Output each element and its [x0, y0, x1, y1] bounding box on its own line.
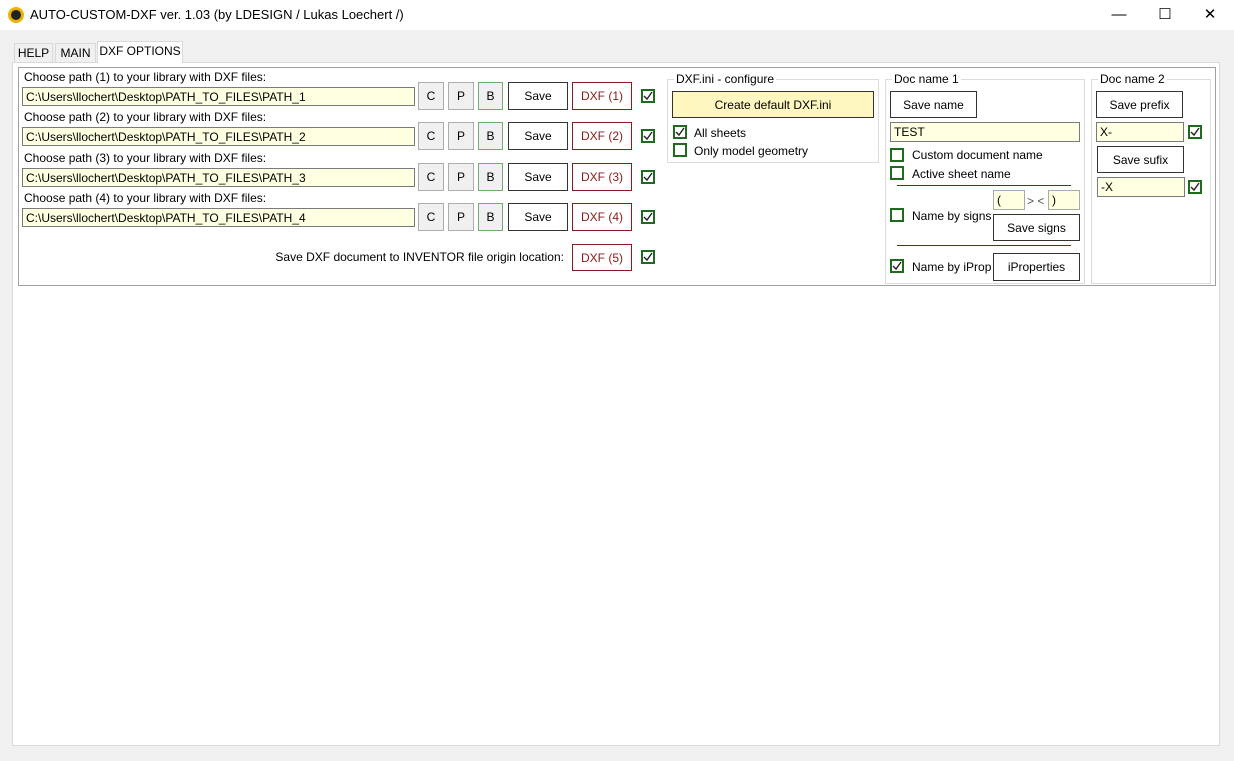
p-button-1[interactable]: P — [448, 82, 474, 110]
path-label: Choose path (2) to your library with DXF… — [24, 110, 267, 124]
save-prefix-button[interactable]: Save prefix — [1096, 91, 1183, 118]
sign-open-input[interactable]: ( — [993, 190, 1025, 210]
all-sheets-label: All sheets — [694, 126, 747, 140]
b-button-4[interactable]: B — [478, 203, 503, 231]
c-button-1[interactable]: C — [418, 82, 444, 110]
doc-name-1-legend: Doc name 1 — [892, 72, 961, 86]
path-input-1[interactable]: C:\Users\llochert\Desktop\PATH_TO_FILES\… — [22, 87, 415, 106]
dxf-5-button[interactable]: DXF (5) — [572, 244, 632, 271]
save-name-button[interactable]: Save name — [890, 91, 977, 118]
dxfini-legend: DXF.ini - configure — [674, 72, 777, 86]
check-icon — [892, 261, 902, 271]
path-checkbox-1[interactable] — [641, 89, 655, 103]
dxf-button-4[interactable]: DXF (4) — [572, 203, 632, 231]
save-path-button-1[interactable]: Save — [508, 82, 568, 110]
save-signs-button[interactable]: Save signs — [993, 214, 1080, 241]
check-icon — [643, 91, 653, 101]
iproperties-button[interactable]: iProperties — [993, 253, 1080, 281]
name-by-signs-checkbox[interactable] — [890, 208, 904, 222]
save-path-button-3[interactable]: Save — [508, 163, 568, 191]
p-button-3[interactable]: P — [448, 163, 474, 191]
path-label: Choose path (1) to your library with DXF… — [24, 70, 267, 84]
divider — [897, 185, 1071, 186]
b-button-1[interactable]: B — [478, 82, 503, 110]
tab-help[interactable]: HELP — [14, 43, 53, 63]
window-title: AUTO-CUSTOM-DXF ver. 1.03 (by LDESIGN / … — [30, 7, 404, 22]
name-by-iprop-label: Name by iProp — [912, 260, 992, 274]
dxf-button-3[interactable]: DXF (3) — [572, 163, 632, 191]
dxf-button-1[interactable]: DXF (1) — [572, 82, 632, 110]
path-checkbox-4[interactable] — [641, 210, 655, 224]
only-model-geometry-label: Only model geometry — [694, 144, 809, 158]
check-icon — [643, 252, 653, 262]
create-default-dxfini-button[interactable]: Create default DXF.ini — [672, 91, 874, 118]
custom-document-name-label: Custom document name — [912, 148, 1043, 162]
sufix-input[interactable]: -X — [1097, 177, 1185, 197]
check-icon — [675, 127, 685, 137]
check-icon — [643, 131, 653, 141]
only-model-geometry-checkbox[interactable] — [673, 143, 687, 157]
doc-name-input[interactable]: TEST — [890, 122, 1080, 142]
active-sheet-name-label: Active sheet name — [912, 167, 1011, 181]
check-icon — [1190, 127, 1200, 137]
save-path-button-2[interactable]: Save — [508, 122, 568, 150]
p-button-2[interactable]: P — [448, 122, 474, 150]
check-icon — [1190, 182, 1200, 192]
c-button-3[interactable]: C — [418, 163, 444, 191]
c-button-4[interactable]: C — [418, 203, 444, 231]
custom-document-name-checkbox[interactable] — [890, 148, 904, 162]
tab-dxf-options[interactable]: DXF OPTIONS — [97, 41, 183, 63]
b-button-3[interactable]: B — [478, 163, 503, 191]
app-logo-icon — [8, 7, 24, 23]
path-input-2[interactable]: C:\Users\llochert\Desktop\PATH_TO_FILES\… — [22, 127, 415, 146]
title-bar: AUTO-CUSTOM-DXF ver. 1.03 (by LDESIGN / … — [0, 0, 1234, 30]
name-by-signs-label: Name by signs — [912, 209, 992, 223]
path-checkbox-3[interactable] — [641, 170, 655, 184]
c-button-2[interactable]: C — [418, 122, 444, 150]
check-icon — [643, 172, 653, 182]
save-path-button-4[interactable]: Save — [508, 203, 568, 231]
prefix-checkbox[interactable] — [1188, 125, 1202, 139]
divider — [897, 245, 1071, 246]
sufix-checkbox[interactable] — [1188, 180, 1202, 194]
prefix-input[interactable]: X- — [1096, 122, 1184, 142]
path-checkbox-2[interactable] — [641, 129, 655, 143]
dxf-button-2[interactable]: DXF (2) — [572, 122, 632, 150]
sign-close-input[interactable]: ) — [1048, 190, 1080, 210]
origin-label: Save DXF document to INVENTOR file origi… — [275, 250, 564, 264]
check-icon — [643, 212, 653, 222]
active-sheet-name-checkbox[interactable] — [890, 166, 904, 180]
origin-checkbox[interactable] — [641, 250, 655, 264]
minimize-button[interactable]: — — [1107, 5, 1131, 25]
all-sheets-checkbox[interactable] — [673, 125, 687, 139]
path-label: Choose path (3) to your library with DXF… — [24, 151, 267, 165]
p-button-4[interactable]: P — [448, 203, 474, 231]
path-label: Choose path (4) to your library with DXF… — [24, 191, 267, 205]
path-input-4[interactable]: C:\Users\llochert\Desktop\PATH_TO_FILES\… — [22, 208, 415, 227]
doc-name-2-legend: Doc name 2 — [1098, 72, 1167, 86]
tab-main[interactable]: MAIN — [55, 43, 96, 63]
maximize-button[interactable]: ☐ — [1153, 5, 1177, 25]
save-sufix-button[interactable]: Save sufix — [1097, 146, 1184, 173]
path-input-3[interactable]: C:\Users\llochert\Desktop\PATH_TO_FILES\… — [22, 168, 415, 187]
name-by-iprop-checkbox[interactable] — [890, 259, 904, 273]
sign-separator: > < — [1027, 194, 1045, 208]
close-button[interactable]: ✕ — [1198, 5, 1222, 25]
b-button-2[interactable]: B — [478, 122, 503, 150]
